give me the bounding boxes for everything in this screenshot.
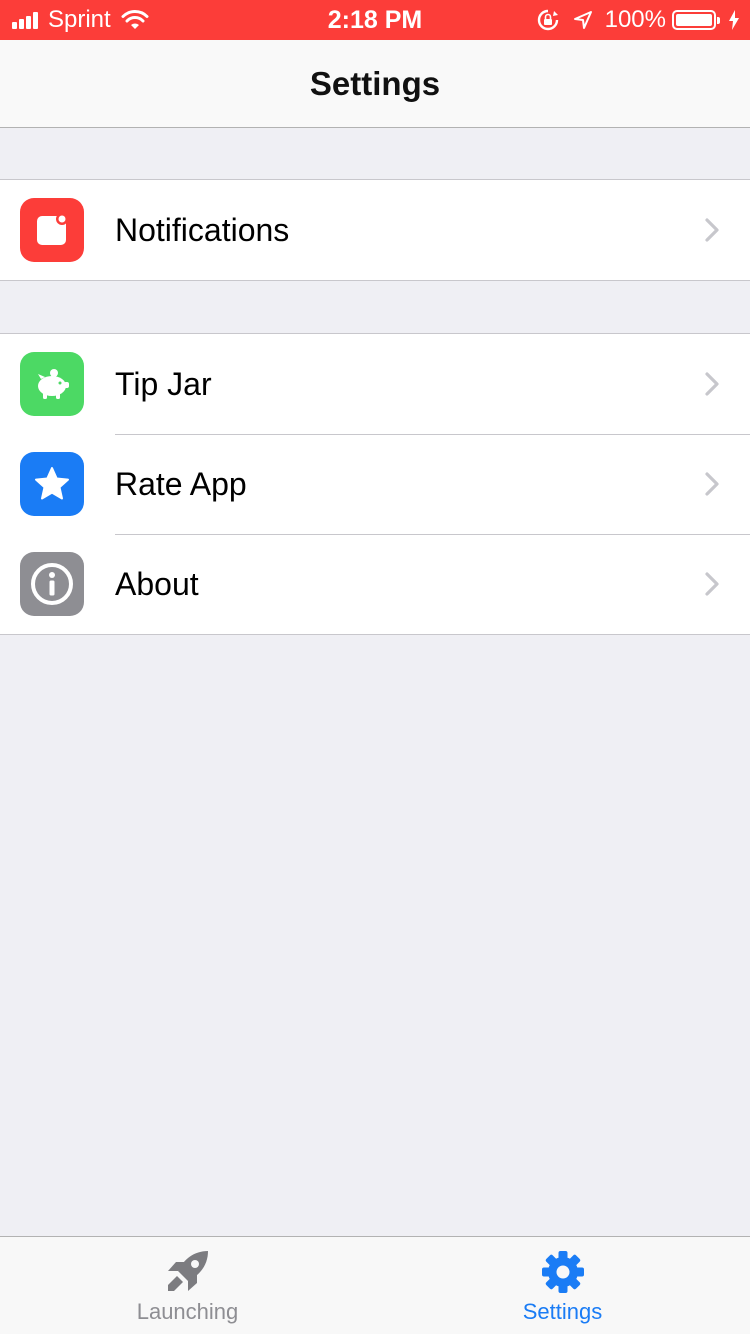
notification-badge-icon — [20, 198, 84, 262]
rocket-icon — [167, 1251, 208, 1291]
star-icon — [20, 452, 84, 516]
settings-group-1: Notifications — [0, 179, 750, 281]
orientation-lock-icon — [537, 9, 558, 31]
settings-group-2: Tip Jar Rate App About — [0, 333, 750, 635]
chevron-right-icon — [705, 572, 719, 596]
chevron-right-icon — [705, 472, 719, 496]
tab-settings[interactable]: Settings — [375, 1237, 750, 1334]
info-icon — [20, 552, 84, 616]
gear-icon — [541, 1251, 584, 1293]
row-label: Tip Jar — [115, 365, 212, 402]
tab-bar: Launching Settings — [0, 1236, 750, 1334]
battery-icon — [672, 10, 720, 30]
tab-label: Settings — [522, 1299, 603, 1324]
row-label: Notifications — [115, 211, 290, 248]
wifi-icon — [121, 10, 149, 29]
settings-row-rate-app[interactable]: Rate App — [0, 434, 750, 534]
status-bar: Sprint 2:18 PM 100% — [0, 0, 750, 40]
settings-row-notifications[interactable]: Notifications — [0, 180, 750, 280]
page-title: Settings — [309, 64, 441, 102]
navigation-bar: Settings — [0, 40, 750, 128]
location-arrow-icon — [573, 11, 592, 29]
signal-strength-icon — [12, 11, 40, 29]
status-right: 100% — [537, 6, 740, 34]
row-label: Rate App — [115, 465, 247, 502]
settings-row-about[interactable]: About — [0, 534, 750, 634]
tab-launching[interactable]: Launching — [0, 1237, 375, 1334]
settings-row-tip-jar[interactable]: Tip Jar — [0, 334, 750, 434]
piggy-bank-icon — [20, 352, 84, 416]
status-left: Sprint — [12, 6, 149, 34]
carrier-name: Sprint — [48, 6, 111, 33]
chevron-right-icon — [705, 218, 719, 242]
tab-label: Launching — [136, 1299, 239, 1324]
charging-bolt-icon — [729, 10, 739, 30]
chevron-right-icon — [705, 372, 719, 396]
row-label: About — [115, 565, 199, 602]
battery-percent: 100% — [604, 6, 666, 33]
